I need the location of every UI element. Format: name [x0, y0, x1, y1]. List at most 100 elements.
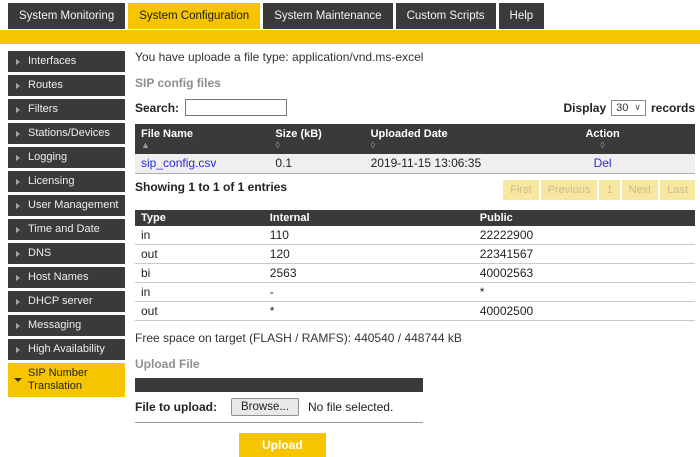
- sidebar-item-label: Interfaces: [28, 55, 76, 67]
- internal-cell: 110: [264, 226, 474, 245]
- sidebar-item-messaging[interactable]: Messaging: [8, 315, 125, 336]
- display-records-group: Display 30 ∨ records: [563, 100, 695, 116]
- type-cell: out: [135, 245, 264, 264]
- tab-system-maintenance[interactable]: System Maintenance: [263, 3, 392, 29]
- sidebar-item-high-availability[interactable]: High Availability: [8, 339, 125, 360]
- sidebar-item-label: Routes: [28, 79, 63, 91]
- accent-strip: [0, 30, 700, 44]
- public-cell: 40002500: [474, 302, 695, 321]
- action-cell: Del: [510, 154, 695, 174]
- sidebar-item-licensing[interactable]: Licensing: [8, 171, 125, 192]
- column-header-action[interactable]: Action ◊: [510, 124, 695, 154]
- sidebar-item-label: Filters: [28, 103, 58, 115]
- free-space-text: Free space on target (FLASH / RAMFS): 44…: [135, 331, 695, 345]
- public-cell: 40002563: [474, 264, 695, 283]
- type-cell: in: [135, 226, 264, 245]
- sort-both-icon: ◊: [516, 140, 689, 153]
- pagination-last-button[interactable]: Last: [660, 180, 695, 200]
- sidebar-item-label: Stations/Devices: [28, 127, 110, 139]
- chevron-right-icon: [16, 59, 20, 65]
- chevron-right-icon: [16, 179, 20, 185]
- file-to-upload-label: File to upload:: [135, 400, 217, 414]
- tab-system-configuration[interactable]: System Configuration: [128, 3, 260, 29]
- public-cell: *: [474, 283, 695, 302]
- file-link[interactable]: sip_config.csv: [141, 156, 216, 170]
- sidebar-item-sip-number-translation[interactable]: SIP Number Translation: [8, 363, 125, 397]
- sidebar-item-dns[interactable]: DNS: [8, 243, 125, 264]
- internal-cell: -: [264, 283, 474, 302]
- sidebar-item-host-names[interactable]: Host Names: [8, 267, 125, 288]
- browse-button[interactable]: Browse...: [231, 398, 299, 416]
- records-per-page-select[interactable]: 30 ∨: [611, 100, 646, 116]
- sidebar-item-time-and-date[interactable]: Time and Date: [8, 219, 125, 240]
- chevron-right-icon: [16, 275, 20, 281]
- top-tab-bar: System Monitoring System Configuration S…: [8, 3, 544, 29]
- no-file-selected-text: No file selected.: [308, 400, 393, 414]
- internal-cell: 120: [264, 245, 474, 264]
- column-header-type: Type: [135, 210, 264, 226]
- chevron-right-icon: [16, 203, 20, 209]
- chevron-right-icon: [16, 83, 20, 89]
- file-name-cell: sip_config.csv: [135, 154, 269, 174]
- sidebar-item-label: DHCP server: [28, 295, 93, 307]
- sip-config-files-title: SIP config files: [135, 76, 695, 90]
- table-row: in 110 22222900: [135, 226, 695, 245]
- sidebar-item-stations-devices[interactable]: Stations/Devices: [8, 123, 125, 144]
- tab-system-monitoring[interactable]: System Monitoring: [8, 3, 125, 29]
- pagination-page-1-button[interactable]: 1: [599, 180, 619, 200]
- pagination: First Previous 1 Next Last: [503, 180, 695, 200]
- table-row: out 120 22341567: [135, 245, 695, 264]
- pagination-first-button[interactable]: First: [503, 180, 538, 200]
- column-header-uploaded-date[interactable]: Uploaded Date ◊: [365, 124, 511, 154]
- table-row: out * 40002500: [135, 302, 695, 321]
- table-row: bi 2563 40002563: [135, 264, 695, 283]
- sidebar-item-label: Time and Date: [28, 223, 100, 235]
- tab-custom-scripts[interactable]: Custom Scripts: [396, 3, 496, 29]
- pagination-previous-button[interactable]: Previous: [541, 180, 598, 200]
- chevron-right-icon: [16, 227, 20, 233]
- type-cell: bi: [135, 264, 264, 283]
- display-label: Display: [563, 101, 606, 115]
- sidebar-item-dhcp-server[interactable]: DHCP server: [8, 291, 125, 312]
- sort-both-icon: ◊: [371, 140, 505, 153]
- sort-asc-icon: ▲: [141, 140, 263, 153]
- upload-section-header-bar: [135, 378, 423, 392]
- pagination-next-button[interactable]: Next: [622, 180, 659, 200]
- sidebar: Interfaces Routes Filters Stations/Devic…: [8, 51, 125, 400]
- public-cell: 22222900: [474, 226, 695, 245]
- sidebar-item-routes[interactable]: Routes: [8, 75, 125, 96]
- sidebar-item-label: Logging: [28, 151, 67, 163]
- chevron-right-icon: [16, 155, 20, 161]
- sidebar-item-label: User Management: [28, 199, 119, 211]
- search-input[interactable]: [185, 99, 287, 116]
- sip-config-files-table: File Name ▲ Size (kB) ◊ Uploaded Date ◊ …: [135, 124, 695, 174]
- sidebar-item-logging[interactable]: Logging: [8, 147, 125, 168]
- sidebar-item-label: DNS: [28, 247, 51, 259]
- sort-both-icon: ◊: [275, 140, 358, 153]
- sidebar-item-label: High Availability: [28, 343, 105, 355]
- chevron-right-icon: [16, 131, 20, 137]
- column-header-label: Action: [585, 128, 619, 140]
- chevron-right-icon: [16, 347, 20, 353]
- column-header-file-name[interactable]: File Name ▲: [135, 124, 269, 154]
- table-row: in - *: [135, 283, 695, 302]
- files-table-header-row: File Name ▲ Size (kB) ◊ Uploaded Date ◊ …: [135, 124, 695, 154]
- records-per-page-value: 30: [616, 102, 628, 114]
- sidebar-item-user-management[interactable]: User Management: [8, 195, 125, 216]
- upload-button[interactable]: Upload: [239, 433, 326, 457]
- chevron-right-icon: [16, 299, 20, 305]
- column-header-label: Size (kB): [275, 128, 321, 140]
- sidebar-item-filters[interactable]: Filters: [8, 99, 125, 120]
- chevron-down-icon: [14, 378, 22, 382]
- internal-cell: 2563: [264, 264, 474, 283]
- delete-link[interactable]: Del: [594, 156, 612, 170]
- records-label: records: [651, 101, 695, 115]
- table-row: sip_config.csv 0.1 2019-11-15 13:06:35 D…: [135, 154, 695, 174]
- column-header-label: Uploaded Date: [371, 128, 448, 140]
- translation-table-header-row: Type Internal Public: [135, 210, 695, 226]
- column-header-size[interactable]: Size (kB) ◊: [269, 124, 364, 154]
- upload-file-title: Upload File: [135, 357, 695, 371]
- sidebar-item-interfaces[interactable]: Interfaces: [8, 51, 125, 72]
- tab-help[interactable]: Help: [499, 3, 545, 29]
- table-info-row: Showing 1 to 1 of 1 entries First Previo…: [135, 180, 695, 200]
